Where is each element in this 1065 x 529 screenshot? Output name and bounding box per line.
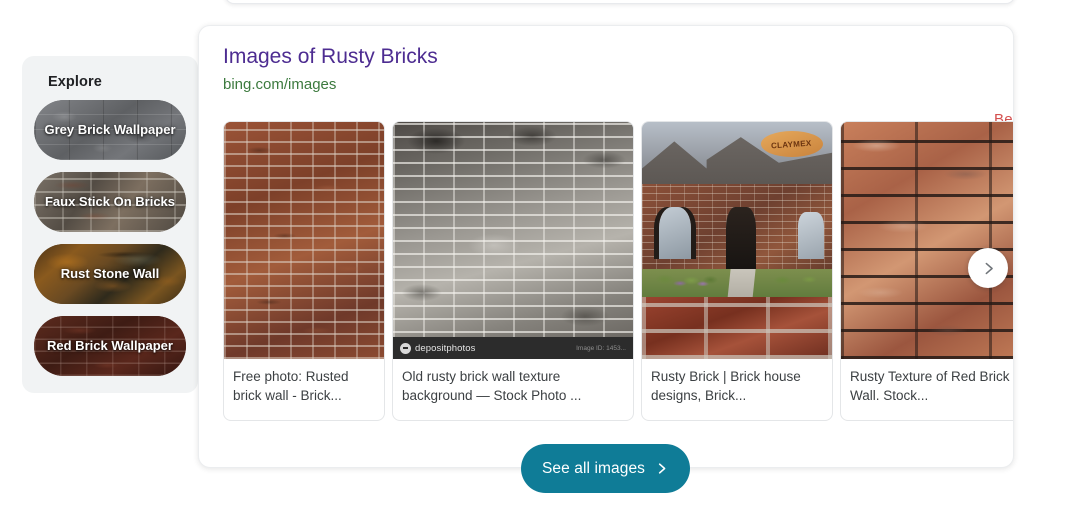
explore-pill-list: Grey Brick Wallpaper Faux Stick On Brick… [34,100,186,376]
thumbnail-image-rusted-brick-wall[interactable] [224,122,384,359]
thumbnail-image-old-grey-brick-wall[interactable]: depositphotos Image ID: 1453... [393,122,633,359]
thumbnail-image-brick-house[interactable]: CLAYMEX [642,122,832,359]
previous-result-card-sliver [225,0,1015,4]
thumbnail-caption: Rusty Brick | Brick house designs, Brick… [651,369,801,403]
house-window-right [797,212,825,260]
image-thumbnail-strip: Free photo: Rusted brick wall - Brick...… [223,121,1013,421]
house-landscaping [642,264,832,286]
next-images-button[interactable] [968,248,1008,288]
see-all-images-button[interactable]: See all images [521,444,690,493]
image-result-1[interactable]: Free photo: Rusted brick wall - Brick... [223,121,385,421]
explore-item-rust-stone-wall[interactable]: Rust Stone Wall [34,244,186,304]
explore-item-label: Red Brick Wallpaper [47,338,173,354]
watermark-brand: depositphotos [400,342,476,354]
chevron-right-icon [658,463,666,474]
claymex-logo-text: CLAYMEX [770,138,812,151]
explore-item-label: Rust Stone Wall [60,266,160,282]
explore-item-label: Grey Brick Wallpaper [44,122,176,138]
image-results-card: Images of Rusty Bricks bing.com/images B… [198,25,1014,468]
see-all-images-label: See all images [541,459,646,477]
depositphotos-watermark-bar: depositphotos Image ID: 1453... [393,337,633,359]
watermark-text: depositphotos [415,342,476,354]
thumbnail-caption: Free photo: Rusted brick wall - Brick... [233,369,349,403]
image-result-2[interactable]: depositphotos Image ID: 1453... Old rust… [392,121,634,421]
explore-item-label: Faux Stick On Bricks [44,194,176,210]
explore-item-faux-stick-on-bricks[interactable]: Faux Stick On Bricks [34,172,186,232]
foreground-brick-wall [642,297,832,359]
image-result-3[interactable]: CLAYMEX Rusty Brick | Brick house design… [641,121,833,421]
result-title-link[interactable]: Images of Rusty Bricks [223,44,438,70]
explore-item-grey-brick-wallpaper[interactable]: Grey Brick Wallpaper [34,100,186,160]
result-url[interactable]: bing.com/images [223,75,336,95]
watermark-image-id: Image ID: 1453... [576,344,626,352]
thumbnail-caption: Old rusty brick wall texture background … [402,369,582,403]
explore-panel: Explore Grey Brick Wallpaper Faux Stick … [22,56,198,393]
explore-title: Explore [48,74,102,90]
depositphotos-logo-icon [400,342,411,354]
chevron-right-icon [985,262,993,274]
house-window-left [659,207,692,260]
card-header: Images of Rusty Bricks bing.com/images [199,26,1013,95]
explore-item-red-brick-wallpaper[interactable]: Red Brick Wallpaper [34,316,186,376]
thumbnail-caption: Rusty Texture of Red Brick Wall. Stock..… [850,369,1010,403]
thumbnail-image-red-brick-texture[interactable] [841,122,1013,359]
